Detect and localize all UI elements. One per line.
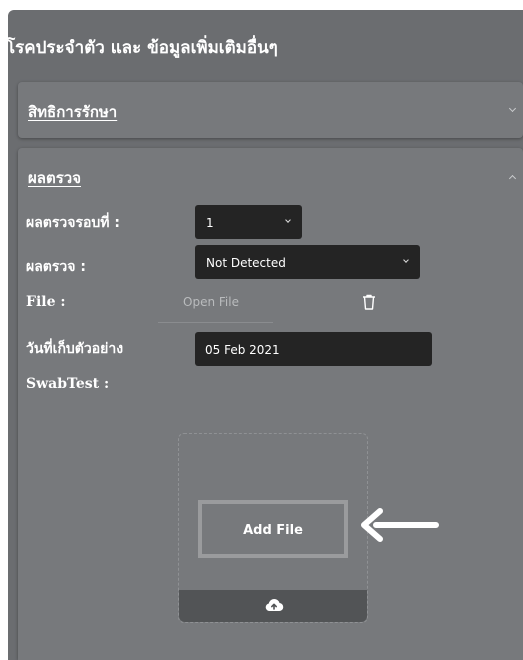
sample-date-input[interactable]: 05 Feb 2021 (195, 332, 432, 366)
file-label: File : (26, 294, 66, 310)
upload-bar[interactable] (179, 590, 367, 622)
section-title: โรคประจำตัว และ ข้อมูลเพิ่มเติมอื่นๆ (6, 38, 278, 58)
arrow-left-icon (361, 508, 439, 542)
accordion-treatment-rights[interactable]: สิทธิการรักษา (18, 82, 523, 138)
chevron-down-icon (403, 257, 409, 263)
sample-date-label: วันที่เก็บตัวอย่าง (26, 341, 124, 357)
trash-icon[interactable] (362, 294, 376, 310)
open-file-text[interactable]: Open File (183, 295, 239, 309)
swab-test-label: SwabTest : (26, 376, 110, 392)
round-label: ผลตรวจรอบที่ : (26, 215, 120, 231)
chevron-up-icon[interactable] (508, 174, 517, 183)
upload-cloud-icon[interactable] (264, 597, 284, 613)
round-value: 1 (206, 216, 214, 230)
round-select[interactable]: 1 (195, 205, 302, 239)
accordion-title[interactable]: สิทธิการรักษา (28, 100, 117, 124)
result-value: Not Detected (206, 256, 286, 270)
chevron-down-icon[interactable] (508, 104, 517, 113)
add-file-label: Add File (243, 523, 303, 538)
accordion-title[interactable]: ผลตรวจ (28, 166, 81, 190)
result-label: ผลตรวจ : (26, 259, 86, 275)
sample-date-value: 05 Feb 2021 (205, 343, 280, 357)
open-file-link[interactable]: Open File (158, 290, 273, 323)
add-file-button[interactable]: Add File (198, 500, 348, 558)
result-select[interactable]: Not Detected (195, 245, 420, 279)
chevron-down-icon (285, 217, 291, 223)
